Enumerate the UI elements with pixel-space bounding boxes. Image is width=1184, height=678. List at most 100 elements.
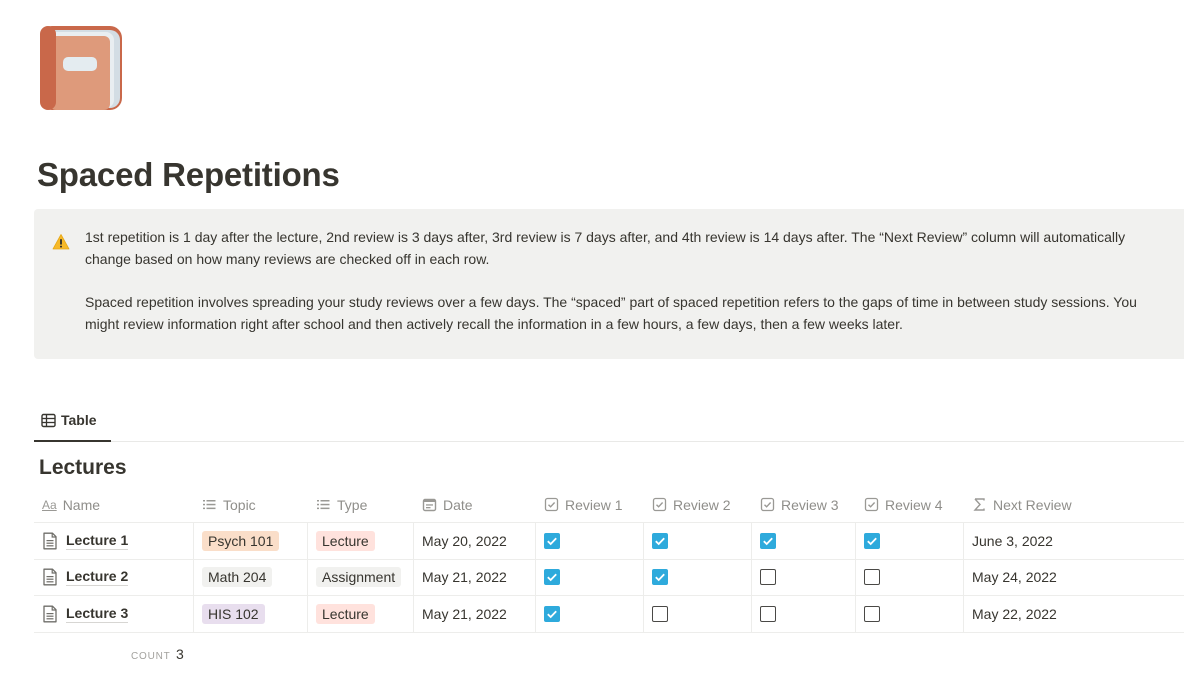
- next-review-value: May 24, 2022: [972, 569, 1057, 586]
- cell-review-2: [644, 523, 752, 559]
- page-icon: [43, 568, 57, 586]
- checkbox-icon: [864, 497, 879, 512]
- date-value: May 21, 2022: [422, 569, 507, 586]
- warning-icon: [52, 233, 70, 251]
- page-title[interactable]: Spaced Repetitions: [37, 156, 340, 194]
- checkbox-icon: [652, 497, 667, 512]
- checkbox-checked[interactable]: [544, 569, 560, 586]
- count-value: 3: [175, 646, 184, 662]
- checkbox-checked[interactable]: [544, 532, 560, 549]
- column-header-name[interactable]: Aa Name: [34, 487, 194, 522]
- cell-review-2: [644, 596, 752, 632]
- tab-table[interactable]: Table: [34, 400, 111, 442]
- table-header-row: Aa Name Topic Type Date Review 1 Review …: [34, 487, 1184, 523]
- cell-review-1: [536, 523, 644, 559]
- table-row[interactable]: Lecture 2 Math 204 Assignment May 21, 2022 M…: [34, 559, 1184, 596]
- lectures-table: Aa Name Topic Type Date Review 1 Review …: [34, 487, 1184, 633]
- notebook-icon[interactable]: [38, 24, 124, 112]
- column-header-date[interactable]: Date: [414, 487, 536, 522]
- cell-name[interactable]: Lecture 3: [34, 596, 194, 632]
- column-header-topic[interactable]: Topic: [194, 487, 308, 522]
- column-header-next-review[interactable]: Next Review: [964, 487, 1184, 522]
- table-icon: [41, 413, 56, 427]
- table-footer-count[interactable]: COUNT 3: [131, 646, 184, 662]
- cell-review-3: [752, 559, 856, 595]
- cell-review-3: [752, 596, 856, 632]
- column-label: Review 2: [673, 496, 731, 513]
- callout-text[interactable]: 1st repetition is 1 day after the lectur…: [85, 227, 1165, 335]
- checkbox-checked[interactable]: [652, 532, 668, 549]
- type-tag: Lecture: [316, 530, 375, 551]
- cell-review-4: [856, 559, 964, 595]
- list-icon: [203, 500, 216, 510]
- type-tag: Lecture: [316, 603, 375, 624]
- table-row[interactable]: Lecture 1 Psych 101 Lecture May 20, 2022 Jun…: [34, 523, 1184, 560]
- column-label: Name: [62, 496, 101, 513]
- cell-date[interactable]: May 21, 2022: [414, 596, 536, 632]
- column-label: Review 1: [565, 496, 623, 513]
- column-label: Type: [337, 496, 368, 513]
- calendar-icon: [422, 498, 437, 512]
- table-body: Lecture 1 Psych 101 Lecture May 20, 2022 Jun…: [34, 523, 1184, 633]
- cell-name[interactable]: Lecture 2: [34, 559, 194, 595]
- checkbox-unchecked[interactable]: [864, 605, 880, 622]
- cell-review-1: [536, 559, 644, 595]
- checkbox-unchecked[interactable]: [864, 569, 880, 586]
- callout-paragraph: Spaced repetition involves spreading you…: [85, 294, 1137, 332]
- cell-next-review: June 3, 2022: [964, 523, 1184, 559]
- next-review-value: June 3, 2022: [972, 532, 1053, 549]
- row-title[interactable]: Lecture 1: [66, 532, 129, 550]
- checkbox-checked[interactable]: [760, 532, 776, 549]
- column-header-review-3[interactable]: Review 3: [752, 487, 856, 522]
- cell-date[interactable]: May 21, 2022: [414, 559, 536, 595]
- cell-next-review: May 22, 2022: [964, 596, 1184, 632]
- callout-block: 1st repetition is 1 day after the lectur…: [34, 209, 1184, 359]
- topic-tag: Math 204: [202, 567, 273, 588]
- cell-topic[interactable]: Math 204: [194, 559, 308, 595]
- cell-topic[interactable]: Psych 101: [194, 523, 308, 559]
- column-header-review-2[interactable]: Review 2: [644, 487, 752, 522]
- text-aa-icon: Aa: [42, 497, 57, 512]
- checkbox-unchecked[interactable]: [760, 605, 776, 622]
- column-label: Date: [443, 496, 473, 513]
- checkbox-icon: [544, 497, 559, 512]
- list-icon: [317, 500, 330, 510]
- topic-tag: Psych 101: [202, 530, 280, 551]
- checkbox-checked[interactable]: [544, 605, 560, 622]
- cell-name[interactable]: Lecture 1: [34, 523, 194, 559]
- cell-date[interactable]: May 20, 2022: [414, 523, 536, 559]
- column-header-type[interactable]: Type: [308, 487, 414, 522]
- checkbox-checked[interactable]: [652, 569, 668, 586]
- cell-type[interactable]: Lecture: [308, 596, 414, 632]
- cell-type[interactable]: Lecture: [308, 523, 414, 559]
- row-title[interactable]: Lecture 2: [66, 568, 129, 587]
- database-title[interactable]: Lectures: [39, 456, 127, 480]
- cell-type[interactable]: Assignment: [308, 559, 414, 595]
- next-review-value: May 22, 2022: [972, 605, 1057, 622]
- type-tag: Assignment: [316, 567, 402, 588]
- column-label: Next Review: [993, 496, 1072, 513]
- topic-tag: HIS 102: [202, 603, 265, 624]
- cell-topic[interactable]: HIS 102: [194, 596, 308, 632]
- column-header-review-1[interactable]: Review 1: [536, 487, 644, 522]
- column-label: Review 4: [885, 496, 943, 513]
- date-value: May 20, 2022: [422, 532, 507, 549]
- sigma-icon: [973, 498, 985, 511]
- page-icon: [43, 532, 57, 550]
- tab-label: Table: [61, 412, 97, 428]
- column-header-review-4[interactable]: Review 4: [856, 487, 964, 522]
- cell-next-review: May 24, 2022: [964, 560, 1184, 596]
- view-tabs: Table: [34, 400, 1184, 442]
- date-value: May 21, 2022: [422, 605, 507, 622]
- checkbox-unchecked[interactable]: [652, 605, 668, 622]
- cell-review-1: [536, 596, 644, 632]
- row-title[interactable]: Lecture 3: [66, 605, 129, 623]
- cell-review-4: [856, 523, 964, 559]
- column-label: Review 3: [781, 496, 839, 513]
- cell-review-4: [856, 596, 964, 632]
- checkbox-icon: [760, 497, 775, 512]
- table-row[interactable]: Lecture 3 HIS 102 Lecture May 21, 2022 May 2…: [34, 596, 1184, 633]
- checkbox-unchecked[interactable]: [760, 569, 776, 586]
- count-label: COUNT: [131, 651, 171, 662]
- checkbox-checked[interactable]: [864, 532, 880, 549]
